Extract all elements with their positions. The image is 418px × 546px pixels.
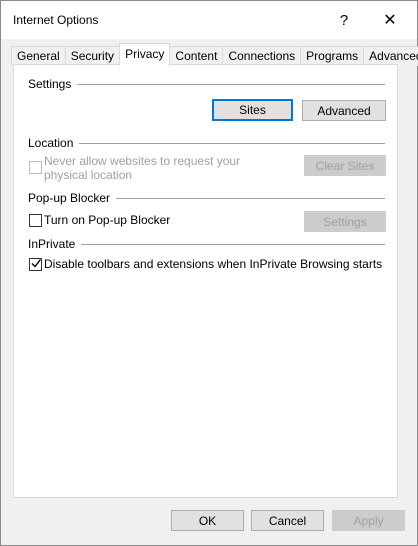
tab-programs[interactable]: Programs: [300, 46, 365, 66]
tab-connections[interactable]: Connections: [222, 46, 302, 66]
cancel-button[interactable]: Cancel: [251, 510, 324, 531]
never-allow-location-label-line2: physical location: [44, 168, 133, 182]
tab-strip: General Security Privacy Content Connect…: [11, 43, 418, 66]
sites-button[interactable]: Sites: [212, 99, 293, 121]
advanced-settings-button[interactable]: Advanced: [302, 100, 386, 121]
location-divider: [28, 143, 385, 144]
location-heading: Location: [28, 136, 80, 150]
help-icon[interactable]: ?: [321, 1, 367, 39]
never-allow-location-label-line1: Never allow websites to request your: [44, 154, 241, 168]
tab-general[interactable]: General: [11, 46, 66, 66]
clear-sites-button[interactable]: Clear Sites: [304, 155, 386, 176]
apply-button[interactable]: Apply: [332, 510, 405, 531]
tab-privacy[interactable]: Privacy: [119, 43, 171, 66]
title-bar[interactable]: Internet Options ? ✕: [1, 1, 417, 39]
checkmark-icon: [31, 259, 41, 268]
internet-options-dialog: Internet Options ? ✕ General Security Pr…: [0, 0, 418, 546]
popup-blocker-checkbox[interactable]: [29, 214, 42, 227]
close-icon[interactable]: ✕: [367, 1, 413, 39]
inprivate-divider: [28, 244, 385, 245]
ok-button[interactable]: OK: [171, 510, 244, 531]
dialog-button-bar: OK Cancel Apply: [1, 501, 417, 545]
popup-settings-button[interactable]: Settings: [304, 211, 386, 232]
popup-heading: Pop-up Blocker: [28, 191, 117, 205]
settings-heading: Settings: [28, 77, 78, 91]
never-allow-location-checkbox[interactable]: [29, 161, 42, 174]
tab-advanced[interactable]: Advanced: [363, 46, 418, 66]
privacy-panel: Settings Sites Advanced Location Never a…: [13, 64, 398, 498]
popup-blocker-label: Turn on Pop-up Blocker: [44, 213, 171, 227]
settings-divider: [28, 84, 385, 85]
tab-content[interactable]: Content: [169, 46, 224, 66]
window-title: Internet Options: [13, 13, 99, 27]
tab-security[interactable]: Security: [64, 46, 121, 66]
disable-toolbars-label: Disable toolbars and extensions when InP…: [44, 257, 383, 271]
inprivate-heading: InPrivate: [28, 237, 82, 251]
disable-toolbars-checkbox[interactable]: [29, 258, 42, 271]
